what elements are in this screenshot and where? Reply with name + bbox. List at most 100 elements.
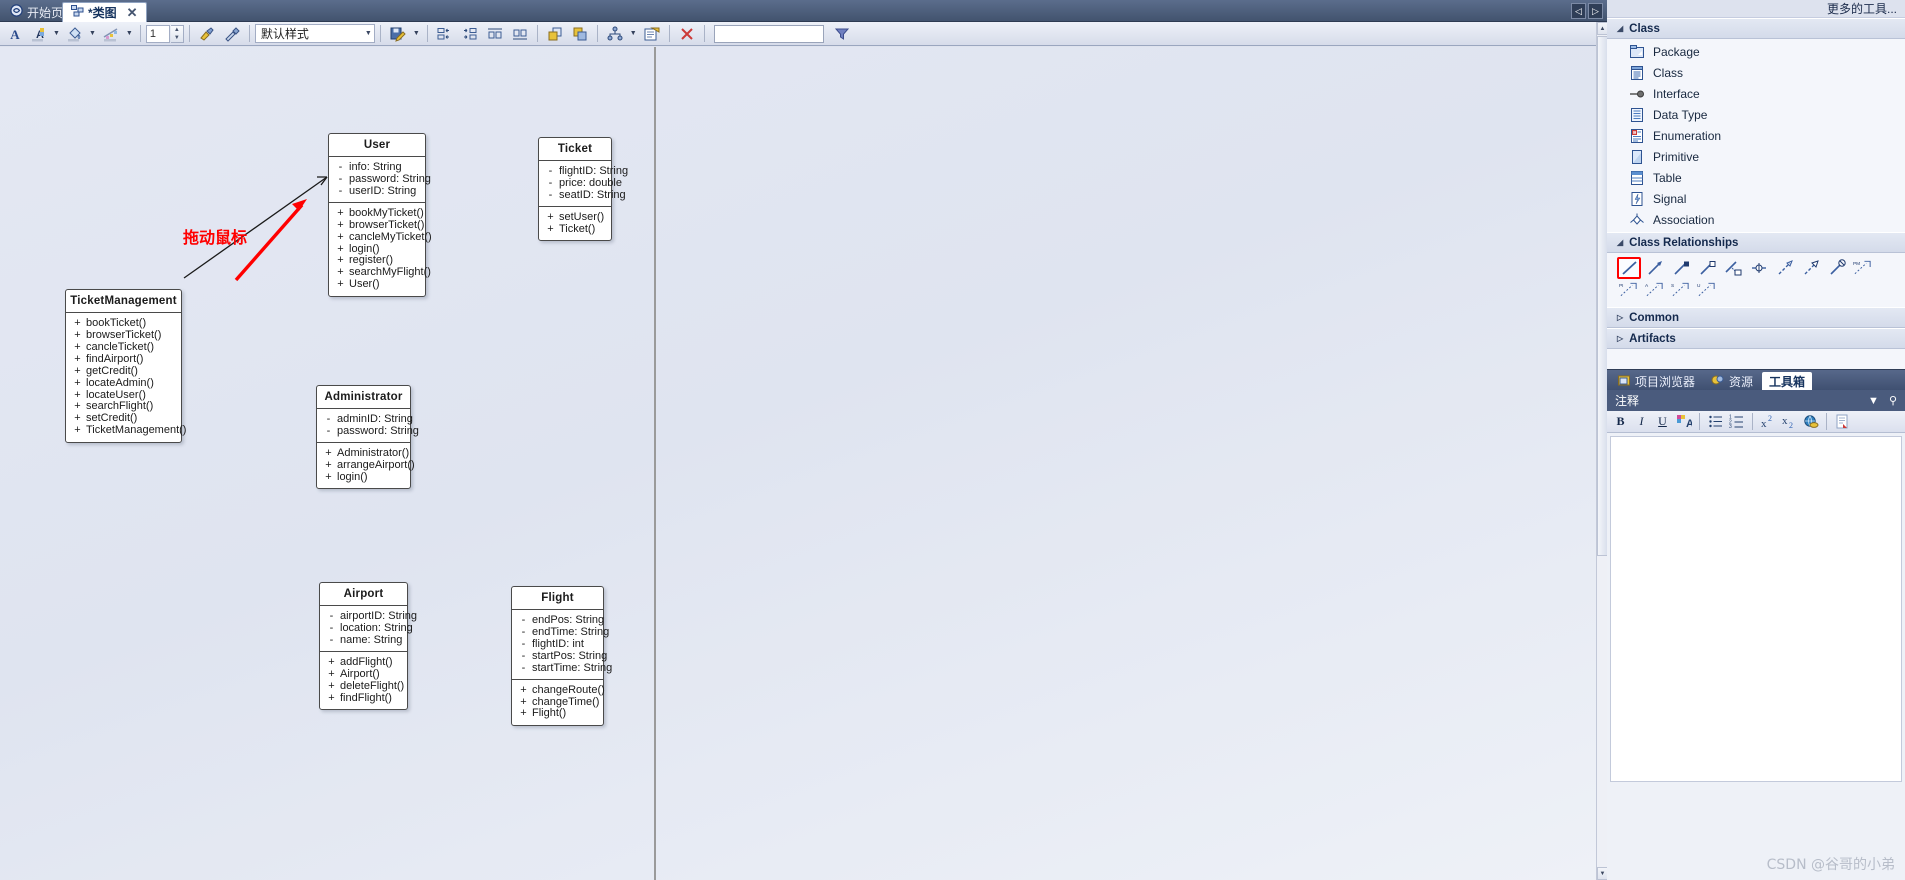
italic-button[interactable]: I bbox=[1632, 412, 1651, 431]
panel-tab-project-browser[interactable]: 项目浏览器 bbox=[1611, 372, 1702, 390]
eyedropper-button[interactable] bbox=[220, 23, 244, 44]
line-style-dropdown[interactable]: ▼ bbox=[124, 30, 135, 37]
uml-methods-row[interactable]: + findAirport() bbox=[69, 353, 178, 365]
subscript-button[interactable]: x2 bbox=[1780, 412, 1799, 431]
relationship-tool-composition[interactable] bbox=[1695, 257, 1719, 279]
delete-button[interactable] bbox=[675, 23, 699, 44]
uml-attributes-row[interactable]: - airportID: String bbox=[323, 610, 417, 622]
uml-methods-row[interactable]: + User() bbox=[332, 279, 422, 291]
relationship-tool-generalization[interactable] bbox=[1799, 257, 1823, 279]
uml-methods-row[interactable]: + changeTime() bbox=[515, 696, 600, 708]
uml-methods-row[interactable]: + searchFlight() bbox=[69, 401, 178, 413]
uml-methods-row[interactable]: + setCredit() bbox=[69, 413, 178, 425]
toolbox-item-enumeration[interactable]: E Enumeration bbox=[1607, 125, 1905, 146]
uml-methods-row[interactable]: + cancleMyTicket() bbox=[332, 231, 431, 243]
uml-methods-row[interactable]: + locateAdmin() bbox=[69, 377, 178, 389]
pin-icon[interactable]: ⚲ bbox=[1889, 394, 1897, 407]
relationship-tool-association-end[interactable] bbox=[1747, 257, 1771, 279]
line-width-spinner[interactable]: ▲ ▼ bbox=[170, 24, 184, 43]
uml-attributes-row[interactable]: - userID: String bbox=[332, 185, 422, 197]
chevron-down-icon[interactable]: ▼ bbox=[1868, 395, 1879, 407]
more-tools-link[interactable]: 更多的工具... bbox=[1607, 0, 1905, 18]
uml-methods-row[interactable]: + Administrator() bbox=[320, 447, 409, 459]
notes-editor[interactable] bbox=[1610, 436, 1902, 782]
uml-methods-row[interactable]: + getCredit() bbox=[69, 365, 178, 377]
align-left-button[interactable] bbox=[433, 23, 457, 44]
uml-methods-row[interactable]: + Ticket() bbox=[542, 223, 608, 235]
layout-dropdown[interactable]: ▼ bbox=[628, 30, 639, 37]
uml-class-flight[interactable]: Flight - endPos: String - endTime: String - fl… bbox=[511, 586, 613, 726]
toolbox-group-artifacts[interactable]: ▷ Artifacts bbox=[1607, 328, 1905, 349]
uml-class-ticketmanagement[interactable]: TicketManagement + bookTicket() + browserTic… bbox=[65, 289, 186, 443]
relationship-tool-association-class[interactable] bbox=[1721, 257, 1745, 279]
uml-methods-row[interactable]: + arrangeAirport() bbox=[320, 459, 414, 471]
panel-tab-resources[interactable]: 资源 bbox=[1704, 372, 1760, 390]
tab-close-icon[interactable]: ✕ bbox=[127, 5, 138, 21]
filter-button[interactable] bbox=[831, 23, 853, 44]
uml-methods-row[interactable]: + searchMyFlight() bbox=[332, 267, 431, 279]
editor-vertical-scrollbar[interactable]: ▲ ▼ bbox=[1596, 22, 1608, 880]
uml-attributes-row[interactable]: - password: String bbox=[332, 173, 431, 185]
uml-attributes-row[interactable]: - info: String bbox=[332, 161, 422, 173]
align-top-button[interactable] bbox=[483, 23, 507, 44]
uml-methods-row[interactable]: + bookMyTicket() bbox=[332, 207, 424, 219]
panel-tab-toolbox[interactable]: 工具箱 bbox=[1762, 372, 1813, 390]
uml-attributes-row[interactable]: - flightID: String bbox=[542, 165, 628, 177]
text-color-button[interactable]: A bbox=[1674, 412, 1693, 431]
underline-button[interactable]: U bbox=[1653, 412, 1672, 431]
toolbox-group-class[interactable]: ◢ Class bbox=[1607, 18, 1905, 39]
superscript-button[interactable]: x2 bbox=[1759, 412, 1778, 431]
uml-attributes-row[interactable]: - seatID: String bbox=[542, 189, 626, 201]
toolbox-item-signal[interactable]: Signal bbox=[1607, 188, 1905, 209]
uml-attributes-row[interactable]: - name: String bbox=[323, 634, 404, 646]
tab-class-diagram[interactable]: *类图 ✕ bbox=[62, 2, 147, 22]
uml-methods-row[interactable]: + findFlight() bbox=[323, 692, 404, 704]
relationship-tool-package-import[interactable]: PI bbox=[1617, 279, 1641, 301]
uml-class-ticket[interactable]: Ticket - flightID: String - price: double - se… bbox=[538, 137, 628, 241]
hyperlink-button[interactable] bbox=[1801, 412, 1820, 431]
uml-attributes-row[interactable]: - price: double bbox=[542, 177, 622, 189]
align-bottom-button[interactable] bbox=[508, 23, 532, 44]
relationship-tool-directed-association[interactable] bbox=[1643, 257, 1667, 279]
uml-methods-row[interactable]: + Airport() bbox=[323, 668, 404, 680]
uml-attributes-row[interactable]: - flightID: int bbox=[515, 638, 600, 650]
relationship-tool-association-line[interactable] bbox=[1617, 257, 1641, 279]
layout-button[interactable] bbox=[603, 23, 627, 44]
align-right-button[interactable] bbox=[458, 23, 482, 44]
toolbox-item-interface[interactable]: Interface bbox=[1607, 83, 1905, 104]
uml-methods-row[interactable]: + setUser() bbox=[542, 211, 608, 223]
uml-attributes-row[interactable]: - password: String bbox=[320, 425, 419, 437]
send-back-button[interactable] bbox=[568, 23, 592, 44]
line-style-button[interactable] bbox=[99, 23, 123, 44]
toolbox-item-data-type[interactable]: Data Type bbox=[1607, 104, 1905, 125]
uml-methods-row[interactable]: + login() bbox=[332, 243, 422, 255]
uml-methods-row[interactable]: + addFlight() bbox=[323, 656, 404, 668]
uml-methods-row[interactable]: + login() bbox=[320, 471, 407, 483]
save-style-dropdown[interactable]: ▼ bbox=[411, 30, 422, 37]
properties-button[interactable] bbox=[640, 23, 664, 44]
filter-input[interactable] bbox=[713, 24, 824, 43]
document-button[interactable] bbox=[1833, 412, 1852, 431]
numbered-list-button[interactable]: 123 bbox=[1727, 412, 1746, 431]
uml-methods-row[interactable]: + changeRoute() bbox=[515, 684, 605, 696]
uml-methods-row[interactable]: + locateUser() bbox=[69, 389, 178, 401]
font-color-button[interactable]: A bbox=[4, 23, 26, 44]
uml-attributes-row[interactable]: - endTime: String bbox=[515, 626, 610, 638]
toolbox-group-class-relationships[interactable]: ◢ Class Relationships bbox=[1607, 232, 1905, 253]
tab-start-page[interactable]: 开始页 bbox=[2, 2, 71, 22]
toolbox-item-package[interactable]: Package bbox=[1607, 41, 1905, 62]
uml-methods-row[interactable]: + cancleTicket() bbox=[69, 341, 178, 353]
diagram-canvas[interactable]: 拖动鼠标 User - info: String - password: String -… bbox=[0, 47, 1597, 880]
font-highlight-dropdown[interactable]: ▼ bbox=[51, 30, 62, 37]
relationship-tool-usage[interactable]: U bbox=[1695, 279, 1719, 301]
uml-attributes-row[interactable]: - startTime: String bbox=[515, 662, 613, 674]
bullet-list-button[interactable] bbox=[1706, 412, 1725, 431]
relationship-tool-dependency[interactable] bbox=[1773, 257, 1797, 279]
line-width-input[interactable]: 1 bbox=[145, 24, 170, 43]
uml-attributes-row[interactable]: - adminID: String bbox=[320, 413, 413, 425]
uml-class-administrator[interactable]: Administrator - adminID: String - password: … bbox=[316, 385, 419, 489]
fill-color-button[interactable] bbox=[63, 23, 86, 44]
uml-attributes-row[interactable]: - endPos: String bbox=[515, 614, 605, 626]
tab-next-button[interactable]: ▷ bbox=[1588, 3, 1603, 19]
uml-class-user[interactable]: User - info: String - password: String - userI… bbox=[328, 133, 432, 297]
